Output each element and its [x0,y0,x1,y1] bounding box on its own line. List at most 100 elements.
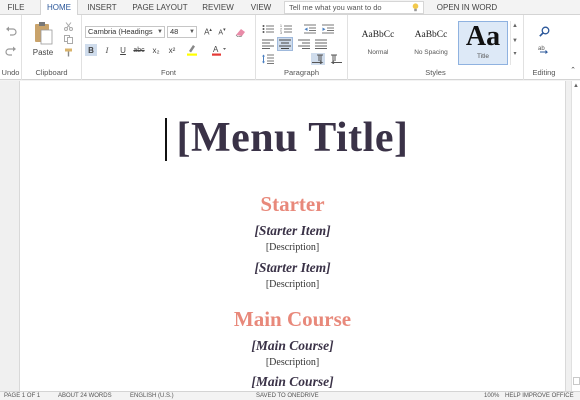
format-painter-button[interactable] [62,47,74,57]
font-size-value: 48 [170,27,179,36]
scroll-up-icon[interactable]: ▲ [573,83,579,89]
right-to-left-icon [330,54,342,64]
redo-icon [5,46,16,56]
tab-page-layout[interactable]: PAGE LAYOUT [128,0,192,15]
clipboard-group-label: Clipboard [35,68,68,77]
align-right-button[interactable] [297,38,311,50]
font-color-button[interactable]: A [208,43,230,57]
undo-group-label: Undo [1,68,20,77]
scroll-thumb[interactable] [573,377,580,385]
format-painter-icon [64,48,72,56]
font-name-select[interactable]: Cambria (Headings ▼ [85,26,165,38]
chevron-up-icon: ⌃ [570,67,576,74]
cut-button[interactable] [62,21,74,31]
status-bar: PAGE 1 OF 1 ABOUT 24 WORDS ENGLISH (U.S.… [0,391,580,400]
align-right-icon [298,39,310,49]
paragraph-group-label: Paragraph [283,68,320,77]
menu-item-description[interactable]: [Description] [20,357,565,368]
save-status: SAVED TO ONEDRIVE [256,393,319,399]
styles-gallery-scroll[interactable]: ▲ ▼ ▾ [510,21,519,65]
subscript-button[interactable]: x₂ [150,44,162,56]
tab-view[interactable]: VIEW [244,0,278,15]
undo-group: Undo [0,15,22,80]
section-heading-main-course[interactable]: Main Course [20,307,565,332]
style-normal[interactable]: AaBbCc Normal [354,21,402,65]
align-left-button[interactable] [261,38,275,50]
shrink-font-button[interactable]: A▾ [216,26,228,38]
bullets-button[interactable] [261,23,275,35]
grow-font-button[interactable]: A▴ [202,26,214,38]
italic-button[interactable]: I [101,44,113,56]
styles-group-label: Styles [425,68,446,77]
word-count: ABOUT 24 WORDS [58,393,112,399]
tab-file[interactable]: FILE [0,0,32,15]
style-no-spacing[interactable]: AaBbCc No Spacing [406,21,456,65]
style-title[interactable]: Aa Title [458,21,508,65]
align-left-icon [262,39,274,49]
zoom-level[interactable]: 100% [484,393,499,399]
redo-button[interactable] [4,45,18,57]
ribbon-tab-bar: FILE HOME INSERT PAGE LAYOUT REVIEW VIEW… [0,0,580,16]
menu-item-name[interactable]: [Main Course] [20,374,565,390]
vertical-scrollbar[interactable]: ▲ [571,81,580,391]
menu-item-description[interactable]: [Description] [20,242,565,253]
expand-gallery-icon: ▾ [513,51,517,57]
font-size-select[interactable]: 48 ▼ [167,26,197,38]
chevron-down-icon: ▼ [189,29,195,35]
replace-icon: ab [538,46,549,54]
page-count: PAGE 1 OF 1 [4,393,41,399]
font-group: Cambria (Headings ▼ 48 ▼ A▴ A▾ B I U abc… [82,15,256,80]
numbered-list-icon: 123 [280,24,292,34]
numbering-button[interactable]: 123 [279,23,293,35]
editing-group-label: Editing [532,68,556,77]
superscript-button[interactable]: x² [166,44,178,56]
document-page[interactable]: [Menu Title] Starter [Starter Item] [Des… [19,81,566,391]
section-heading-starter[interactable]: Starter [20,192,565,217]
search-icon [538,26,549,37]
lightbulb-icon [412,3,419,12]
clear-formatting-button[interactable] [234,25,248,38]
chevron-up-icon: ▲ [512,23,518,29]
highlight-button[interactable] [182,43,204,57]
styles-group: AaBbCc Normal AaBbCc No Spacing Aa Title… [348,15,524,80]
style-title-name: Title [476,53,490,60]
menu-item-name[interactable]: [Starter Item] [20,223,565,239]
svg-text:3: 3 [280,31,282,34]
justify-button[interactable] [314,38,328,50]
decrease-indent-icon [304,24,316,34]
scissors-icon [63,21,73,31]
line-spacing-button[interactable] [261,53,275,65]
tab-insert[interactable]: INSERT [82,0,122,15]
style-no-spacing-sample: AaBbCc [414,30,448,40]
svg-text:A: A [213,45,219,54]
find-button[interactable] [537,25,551,37]
rtl-button[interactable] [329,53,343,65]
copy-button[interactable] [62,34,74,44]
svg-text:ab: ab [538,46,545,52]
collapse-ribbon-button[interactable]: ⌃ [568,65,578,75]
underline-button[interactable]: U [117,44,129,56]
increase-indent-button[interactable] [321,23,335,35]
menu-item-description[interactable]: [Description] [20,279,565,290]
tab-review[interactable]: REVIEW [196,0,240,15]
paste-label: Paste [32,48,54,57]
undo-button[interactable] [4,25,18,37]
help-improve-office[interactable]: HELP IMPROVE OFFICE [505,393,574,399]
menu-item-name[interactable]: [Main Course] [20,338,565,354]
menu-item-name[interactable]: [Starter Item] [20,260,565,276]
grow-font-icon: A▴ [204,27,212,37]
tell-me-input[interactable]: Tell me what you want to do [284,1,424,14]
strikethrough-button[interactable]: abc [132,44,146,56]
decrease-indent-button[interactable] [303,23,317,35]
tab-home[interactable]: HOME [40,0,78,16]
document-area: [Menu Title] Starter [Starter Item] [Des… [0,81,580,391]
align-center-button[interactable] [277,37,293,51]
ltr-button[interactable] [311,53,325,65]
replace-button[interactable]: ab [537,43,551,55]
left-to-right-icon [312,54,324,64]
bold-button[interactable]: B [85,44,97,56]
paste-button[interactable]: Paste [30,19,56,59]
menu-title[interactable]: [Menu Title] [20,114,565,162]
open-in-word-button[interactable]: OPEN IN WORD [432,0,502,15]
justify-icon [315,39,327,49]
